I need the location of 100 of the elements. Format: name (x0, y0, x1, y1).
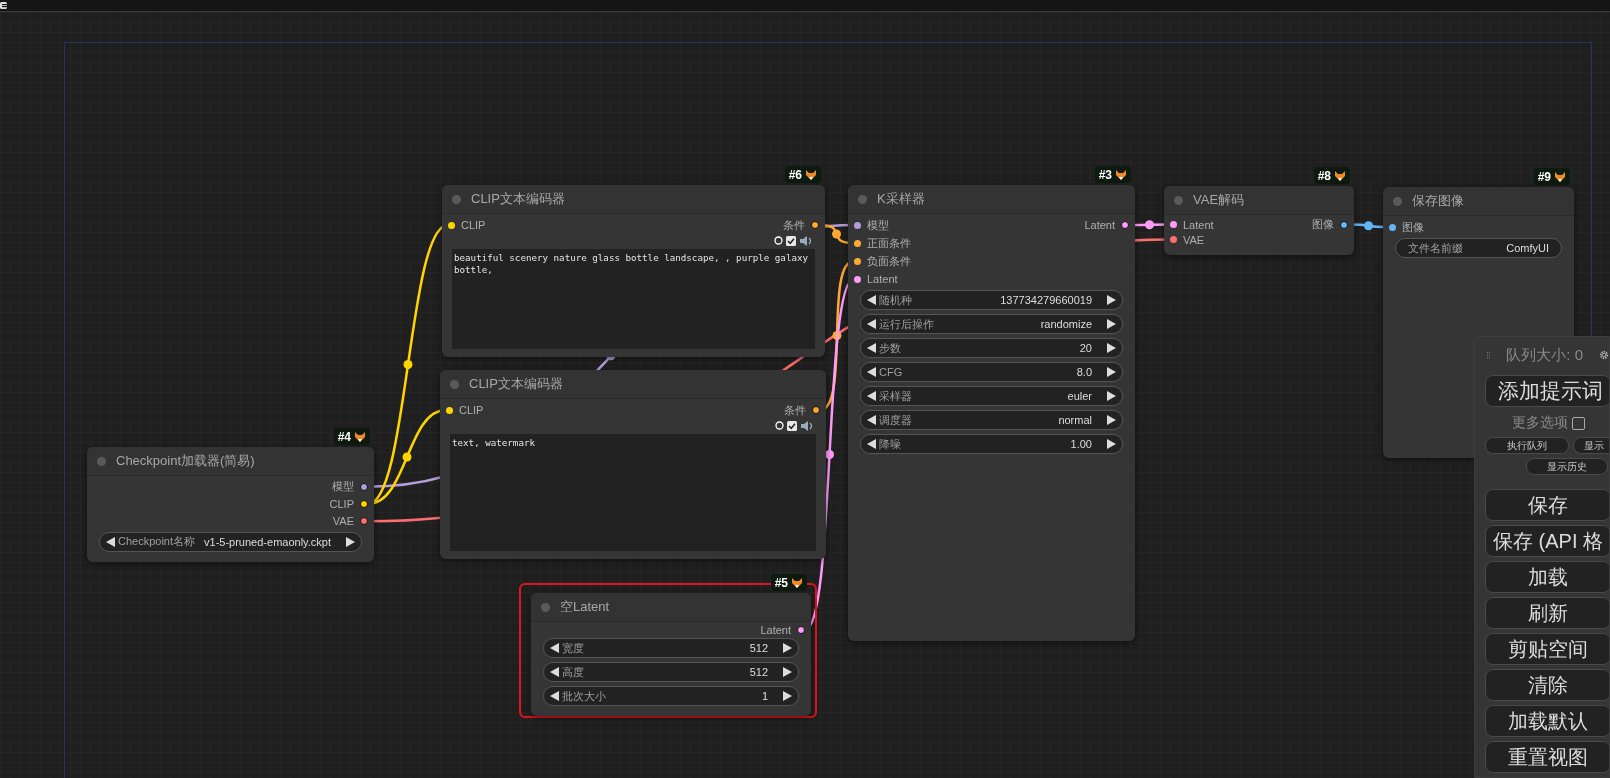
value-stepper[interactable]: 运行后操作 randomize (860, 314, 1123, 334)
panel-button[interactable]: 重置视图 (1485, 741, 1609, 773)
node-header[interactable]: 空Latent (531, 593, 811, 622)
input-slot[interactable] (448, 221, 455, 229)
value-stepper[interactable]: 采样器 euler (860, 386, 1123, 406)
value-stepper[interactable]: 调度器 normal (860, 410, 1123, 430)
input-slot[interactable] (1170, 236, 1177, 243)
left-arrow-icon[interactable] (550, 667, 559, 677)
panel-button[interactable]: 显示 (1573, 437, 1609, 454)
circle-icon[interactable] (774, 236, 783, 245)
left-arrow-icon[interactable] (867, 343, 876, 353)
value-stepper[interactable]: 批次大小 1 (543, 686, 799, 706)
node-card[interactable]: CLIP文本编码器 CLIP 条件 beautiful scenery nature glass bottle landscape, , purple galaxy bottle, (442, 185, 825, 357)
widget-label: 调度器 (879, 412, 913, 428)
node-header[interactable]: VAE解码 (1164, 186, 1354, 215)
output-slot[interactable] (797, 626, 805, 634)
input-slot[interactable] (1170, 221, 1177, 228)
output-slot[interactable] (1121, 221, 1129, 229)
fox-icon[interactable] (1554, 170, 1566, 183)
left-arrow-icon[interactable] (550, 643, 559, 653)
node-header[interactable]: CLIP文本编码器 (442, 185, 825, 214)
output-slot[interactable] (360, 517, 368, 526)
output-slot[interactable] (360, 482, 368, 491)
panel-button[interactable]: 保存 (API 格 (1485, 525, 1609, 557)
fox-icon[interactable] (805, 168, 817, 181)
input-slot[interactable] (854, 221, 861, 229)
fox-icon[interactable] (1334, 169, 1346, 182)
collapse-dot[interactable] (858, 194, 867, 204)
left-arrow-icon[interactable] (550, 691, 559, 701)
queue-prompt-button[interactable]: 添加提示词 (1485, 375, 1609, 407)
node-header[interactable]: CLIP文本编码器 (440, 370, 826, 399)
value-stepper[interactable]: 步数 20 (860, 338, 1123, 358)
left-arrow-icon[interactable] (867, 439, 876, 449)
left-arrow-icon[interactable] (867, 367, 876, 377)
left-arrow-icon[interactable] (106, 537, 115, 547)
panel-button[interactable]: 清除 (1485, 669, 1609, 701)
panel-button[interactable]: 刷新 (1485, 597, 1609, 629)
right-arrow-icon[interactable] (1107, 295, 1116, 305)
prompt-field[interactable]: beautiful scenery nature glass bottle landscape, , purple galaxy bottle, (452, 249, 815, 349)
output-slot[interactable] (812, 406, 820, 414)
right-arrow-icon[interactable] (1107, 319, 1116, 329)
text-field[interactable]: 文件名前缀 ComfyUI (1395, 238, 1562, 258)
node-card[interactable]: CLIP文本编码器 CLIP 条件 text, watermark (440, 370, 826, 559)
panel-button[interactable]: 加载默认 (1485, 705, 1609, 737)
input-slot[interactable] (1389, 223, 1396, 231)
node-card[interactable]: Checkpoint加载器(简易) 模型 CLIP VAE Checkpoint名称 v1-5-pruned-emaonly.ckpt (87, 447, 374, 562)
output-slot[interactable] (1340, 220, 1348, 229)
collapse-dot[interactable] (1174, 195, 1183, 205)
output-slot[interactable] (811, 221, 819, 229)
panel-button[interactable]: 剪贴空间 (1485, 633, 1609, 665)
more-options-checkbox[interactable] (1571, 416, 1585, 430)
circle-icon[interactable] (775, 421, 784, 430)
speaker-icon[interactable] (799, 234, 813, 247)
input-slot[interactable] (854, 275, 861, 283)
left-arrow-icon[interactable] (867, 415, 876, 425)
fox-icon[interactable] (791, 576, 803, 589)
value-stepper[interactable]: Checkpoint名称 v1-5-pruned-emaonly.ckpt (99, 532, 362, 552)
right-arrow-icon[interactable] (783, 691, 792, 701)
value-stepper[interactable]: CFG 8.0 (860, 362, 1123, 382)
value-stepper[interactable]: 高度 512 (543, 662, 799, 682)
value-stepper[interactable]: 随机种 137734279660019 (860, 290, 1123, 310)
panel-button[interactable]: 执行队列 (1485, 437, 1569, 454)
right-arrow-icon[interactable] (1107, 391, 1116, 401)
checkbox[interactable] (786, 235, 796, 246)
fox-icon[interactable] (354, 430, 366, 443)
collapse-dot[interactable] (450, 379, 459, 389)
panel-button[interactable]: 加载 (1485, 561, 1609, 593)
value-stepper[interactable]: 降噪 1.00 (860, 434, 1123, 454)
input-slot[interactable] (854, 239, 861, 247)
right-arrow-icon[interactable] (783, 667, 792, 677)
input-slot[interactable] (854, 257, 861, 265)
left-arrow-icon[interactable] (867, 319, 876, 329)
collapse-dot[interactable] (452, 194, 461, 204)
collapse-dot[interactable] (541, 602, 550, 612)
node-header[interactable]: 保存图像 (1383, 187, 1574, 216)
node-header[interactable]: K采样器 (848, 185, 1135, 214)
value-stepper[interactable]: 宽度 512 (543, 638, 799, 658)
right-arrow-icon[interactable] (1107, 439, 1116, 449)
app-icon[interactable] (0, 1, 7, 10)
node-card[interactable]: VAE解码 Latent 图像 VAE (1164, 186, 1354, 255)
prompt-field[interactable]: text, watermark (450, 434, 816, 551)
collapse-dot[interactable] (1393, 196, 1402, 206)
speaker-icon[interactable] (800, 419, 814, 432)
left-arrow-icon[interactable] (867, 391, 876, 401)
right-arrow-icon[interactable] (346, 537, 355, 547)
panel-button[interactable]: 保存 (1485, 489, 1609, 521)
fox-icon[interactable] (1115, 168, 1127, 181)
node-card[interactable]: 空Latent Latent 宽度 512 高度 512 批次大小 1 (531, 593, 811, 716)
checkbox[interactable] (787, 420, 797, 431)
input-slot[interactable] (446, 406, 453, 414)
right-arrow-icon[interactable] (1107, 343, 1116, 353)
collapse-dot[interactable] (97, 456, 106, 466)
history-button[interactable]: 显示历史 (1526, 458, 1608, 475)
right-arrow-icon[interactable] (1107, 367, 1116, 377)
output-slot[interactable] (360, 500, 368, 508)
node-header[interactable]: Checkpoint加载器(简易) (87, 447, 374, 476)
left-arrow-icon[interactable] (867, 295, 876, 305)
right-arrow-icon[interactable] (1107, 415, 1116, 425)
right-arrow-icon[interactable] (783, 643, 792, 653)
node-card[interactable]: K采样器 模型 Latent 正面条件 负面条件 Latent 随机种 137734279660019 运行后操作 randomize 步数 20 CFG 8.0 采样器 euler 调度器 normal 降噪 1.00 (848, 185, 1135, 641)
